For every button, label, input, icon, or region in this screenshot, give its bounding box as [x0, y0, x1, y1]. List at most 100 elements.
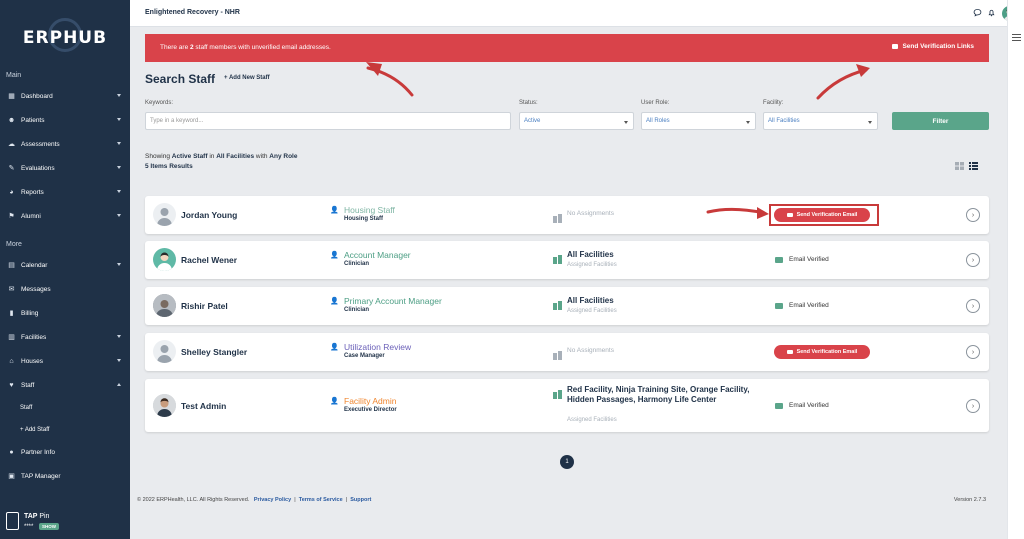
chevron-down-icon: [868, 121, 872, 124]
add-new-staff-link[interactable]: + Add New Staff: [224, 75, 270, 81]
chat-icon[interactable]: [973, 8, 982, 19]
support-link[interactable]: Support: [350, 497, 371, 503]
sidebar-item-label: Partner Info: [21, 448, 55, 456]
sidebar-item-label: Billing: [21, 309, 39, 317]
role-icon: 👤: [330, 298, 339, 305]
email-verified-status: Email Verified: [775, 256, 829, 263]
chevron-down-icon: [117, 190, 121, 193]
billing-icon: ▮: [9, 310, 14, 317]
sidebar-item-calendar[interactable]: ▤ Calendar: [0, 255, 130, 275]
sidebar-item-messages[interactable]: ✉ Messages: [0, 279, 130, 299]
sidebar-item-tap-manager[interactable]: ▣ TAP Manager: [0, 466, 130, 486]
envelope-icon: [775, 256, 783, 263]
staff-name[interactable]: Rachel Wener: [181, 255, 237, 265]
role-icon: 👤: [330, 252, 339, 259]
bell-icon[interactable]: [987, 8, 996, 19]
staff-card[interactable]: Test Admin 👤 Facility Admin Executive Di…: [145, 379, 989, 432]
sidebar-item-billing[interactable]: ▮ Billing: [0, 303, 130, 323]
staff-name[interactable]: Jordan Young: [181, 210, 237, 220]
building-icon: [553, 386, 562, 399]
tap-show-button[interactable]: SHOW: [39, 523, 59, 530]
tablet-icon: [6, 512, 19, 530]
list-view-icon[interactable]: [969, 157, 978, 170]
facility-assignments: No Assignments: [567, 210, 614, 217]
staff-title: Housing Staff: [344, 216, 383, 222]
logo[interactable]: ERPHUB: [0, 12, 130, 62]
sidebar-item-dashboard[interactable]: ▦ Dashboard: [0, 86, 130, 106]
sidebar-item-assessments[interactable]: ☁ Assessments: [0, 134, 130, 154]
hamburger-menu-icon[interactable]: [1012, 34, 1021, 43]
copyright: © 2022 ERPHealth, LLC. All Rights Reserv…: [137, 497, 250, 503]
staff-role: Facility Admin: [344, 396, 397, 406]
houses-icon: ⌂: [9, 357, 14, 365]
avatar: [153, 394, 176, 417]
grid-view-icon[interactable]: [955, 157, 964, 170]
sidebar-item-staff[interactable]: ♥ Staff: [0, 375, 130, 395]
status-label: Status:: [519, 100, 538, 106]
staff-card[interactable]: Rishir Patel 👤 Primary Account Manager C…: [145, 287, 989, 325]
chevron-right-icon[interactable]: ›: [966, 299, 980, 313]
chevron-up-icon: [117, 383, 121, 386]
chevron-right-icon[interactable]: ›: [966, 208, 980, 222]
send-verification-email-button[interactable]: Send Verification Email: [774, 345, 870, 359]
pagination-page-1[interactable]: 1: [560, 455, 574, 469]
sidebar-item-label: Evaluations: [21, 164, 55, 172]
chevron-down-icon: [624, 121, 628, 124]
sidebar-item-evaluations[interactable]: ✎ Evaluations: [0, 158, 130, 178]
sidebar-subitem-add-staff[interactable]: + Add Staff: [20, 427, 49, 433]
sidebar-item-partner-info[interactable]: ● Partner Info: [0, 442, 130, 462]
staff-role: Housing Staff: [344, 205, 395, 215]
role-icon: 👤: [330, 344, 339, 351]
staff-title: Case Manager: [344, 353, 385, 359]
building-icon: [553, 210, 562, 223]
staff-role: Utilization Review: [344, 342, 412, 352]
sidebar-item-reports[interactable]: ◕ Reports: [0, 182, 130, 202]
staff-name[interactable]: Rishir Patel: [181, 301, 228, 311]
sidebar-item-houses[interactable]: ⌂ Houses: [0, 351, 130, 371]
user-role-select[interactable]: All Roles: [641, 112, 756, 130]
chevron-right-icon[interactable]: ›: [966, 399, 980, 413]
staff-card[interactable]: Shelley Stangler 👤 Utilization Review Ca…: [145, 333, 989, 371]
envelope-icon: [786, 350, 793, 354]
organization-title: Enlightened Recovery - NHR: [145, 9, 240, 16]
privacy-policy-link[interactable]: Privacy Policy: [254, 497, 291, 503]
send-verification-links-button[interactable]: Send Verification Links: [892, 43, 974, 50]
sidebar-item-label: Dashboard: [21, 92, 53, 100]
tap-manager-icon: ▣: [8, 473, 15, 480]
sidebar-item-alumni[interactable]: ⚑ Alumni: [0, 206, 130, 226]
staff-title: Clinician: [344, 307, 370, 313]
staff-name[interactable]: Test Admin: [181, 401, 226, 411]
sidebar-subitem-staff[interactable]: Staff: [20, 405, 32, 411]
sidebar-item-label: Patients: [21, 116, 45, 124]
assessments-icon: ☁: [8, 141, 15, 148]
topbar: Enlightened Recovery - NHR: [130, 0, 1017, 27]
chevron-right-icon[interactable]: ›: [966, 253, 980, 267]
staff-card[interactable]: Rachel Wener 👤 Account Manager Clinician…: [145, 241, 989, 279]
status-select[interactable]: Active: [519, 112, 634, 130]
sidebar-item-patients[interactable]: ☻ Patients: [0, 110, 130, 130]
highlight-box: [769, 204, 879, 226]
version: Version 2.7.3: [953, 497, 986, 503]
staff-name[interactable]: Shelley Stangler: [181, 347, 247, 357]
keywords-input[interactable]: Type in a keyword...: [145, 112, 511, 130]
chevron-right-icon[interactable]: ›: [966, 345, 980, 359]
footer: © 2022 ERPHealth, LLC. All Rights Reserv…: [137, 497, 372, 503]
sidebar-item-facilities[interactable]: ▥ Facilities: [0, 327, 130, 347]
chevron-down-icon: [117, 142, 121, 145]
facility-label: Facility:: [763, 100, 784, 106]
sidebar-item-label: Messages: [21, 285, 51, 293]
section-label-more: More: [6, 241, 22, 248]
facility-select[interactable]: All Facilities: [763, 112, 878, 130]
chevron-down-icon: [746, 121, 750, 124]
building-icon: [553, 347, 562, 360]
filter-button[interactable]: Filter: [892, 112, 989, 130]
section-label-main: Main: [6, 72, 22, 79]
facility-assignments: All Facilities: [567, 296, 614, 305]
tap-pin: TAP Pin **** SHOW: [6, 510, 126, 534]
sidebar-item-label: Reports: [21, 188, 44, 196]
patients-icon: ☻: [7, 116, 16, 124]
results-summary: Showing Active Staff in All Facilities w…: [145, 153, 298, 160]
staff-title: Clinician: [344, 261, 370, 267]
alert-message: There are 2 staff members with unverifie…: [160, 44, 331, 51]
terms-of-service-link[interactable]: Terms of Service: [299, 497, 343, 503]
